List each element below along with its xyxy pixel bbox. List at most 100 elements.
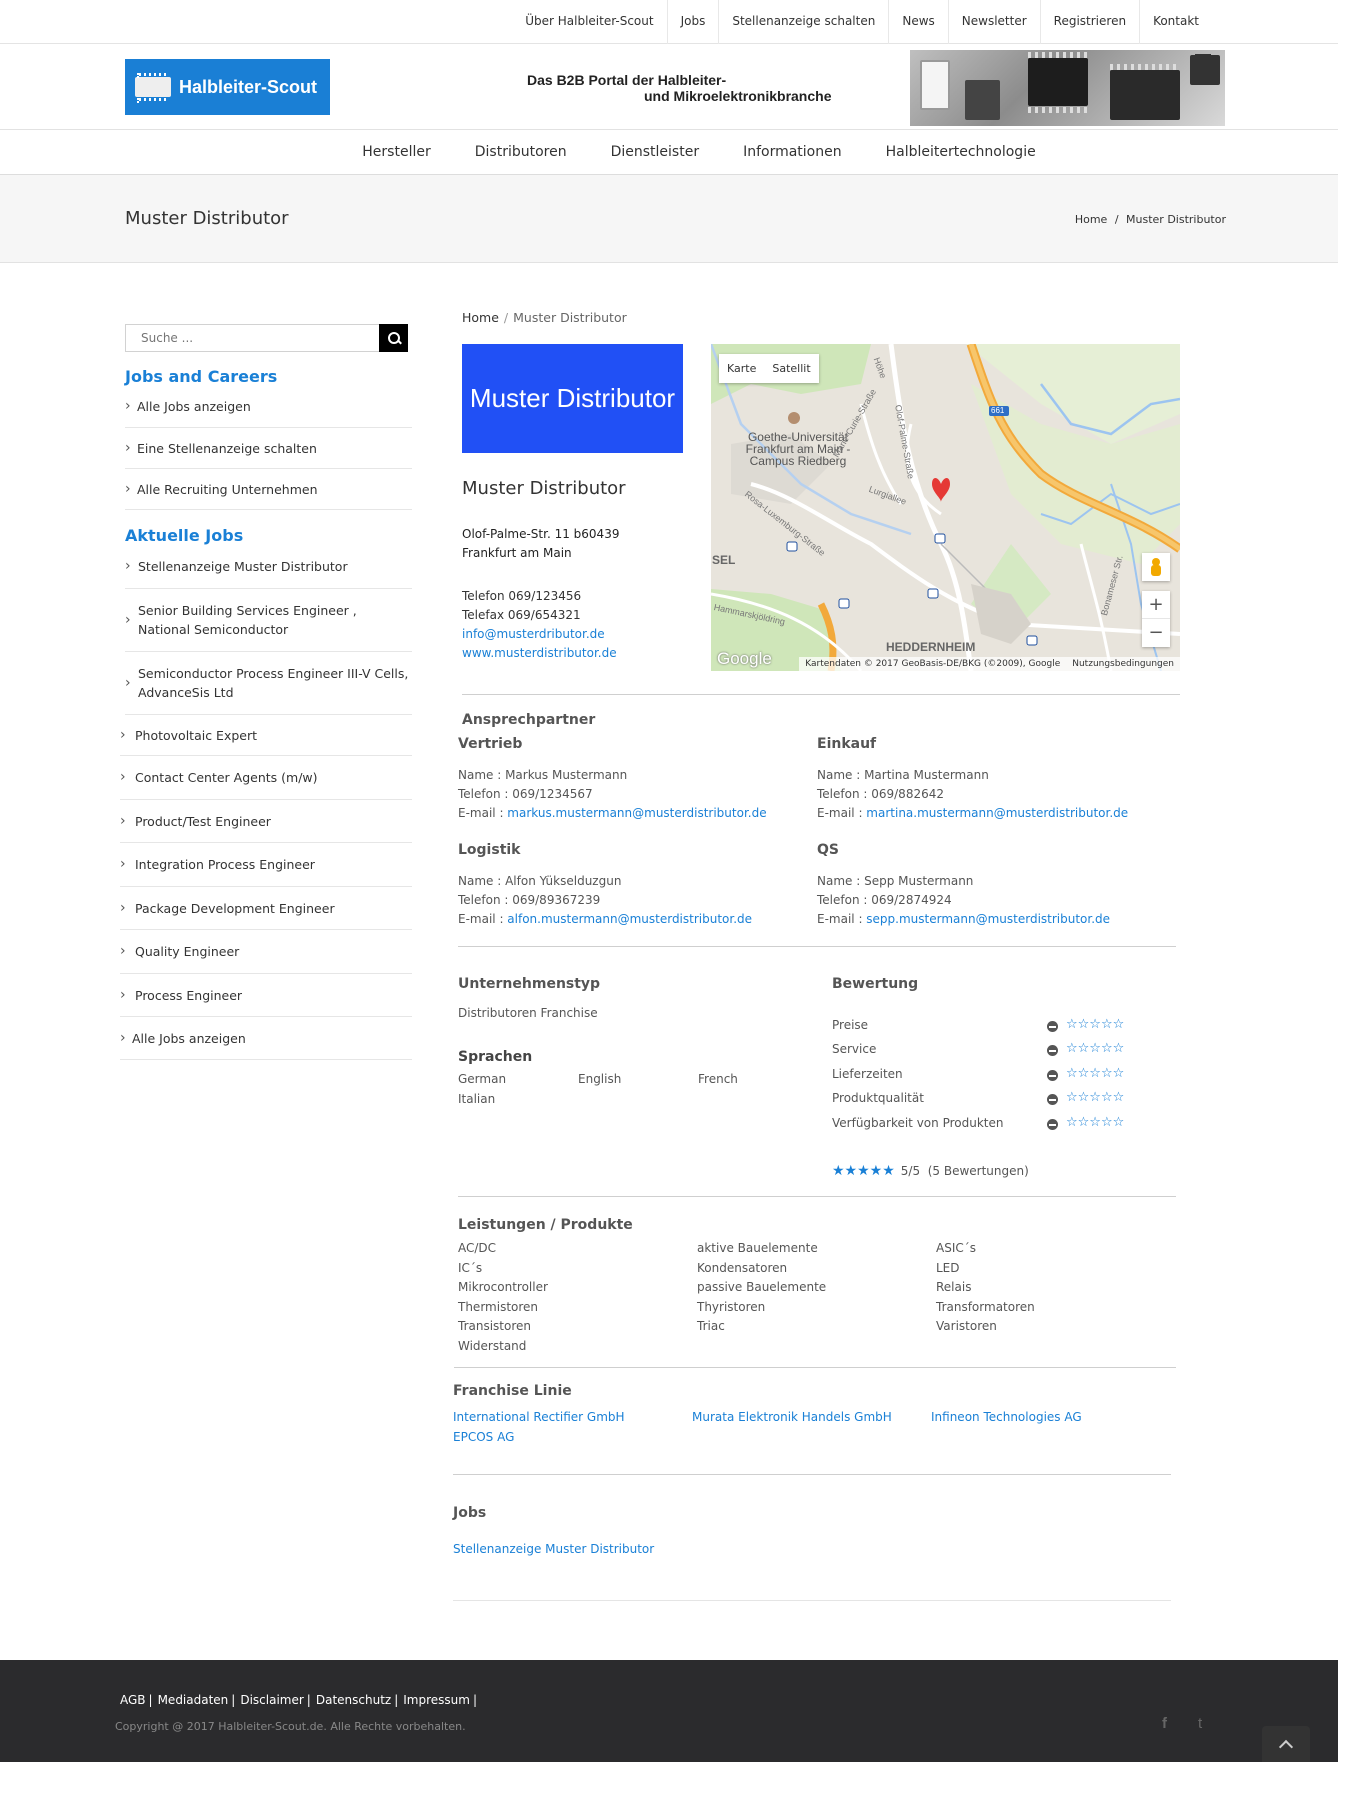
star-rating-input[interactable]: ☆☆☆☆☆ bbox=[1066, 1115, 1124, 1130]
name-label: Name : bbox=[817, 874, 865, 888]
nav-distributoren[interactable]: Distributoren bbox=[453, 130, 589, 174]
minus-circle-icon[interactable] bbox=[1047, 1094, 1058, 1105]
name-label: Name : bbox=[458, 874, 506, 888]
header-banner: Das B2B Portal der Halbleiter- und Mikro… bbox=[520, 48, 1225, 126]
map-type-karte[interactable]: Karte bbox=[719, 354, 764, 383]
contact-email-link[interactable]: markus.mustermann@musterdistributor.de bbox=[507, 806, 766, 820]
job-link[interactable]: Stellenanzeige Muster Distributor bbox=[453, 1542, 654, 1556]
topnav-stellenanzeige[interactable]: Stellenanzeige schalten bbox=[718, 0, 888, 44]
star-rating-input[interactable]: ☆☆☆☆☆ bbox=[1066, 1017, 1124, 1032]
job-item[interactable]: Stellenanzeige Muster Distributor bbox=[125, 545, 412, 589]
email-label: E-mail : bbox=[817, 806, 867, 820]
contact-group-title: Logistik bbox=[458, 842, 521, 858]
topnav-news[interactable]: News bbox=[888, 0, 947, 44]
scroll-to-top-button[interactable] bbox=[1262, 1726, 1310, 1762]
job-item[interactable]: Senior Building Services Engineer , Nati… bbox=[125, 589, 412, 652]
map-terms-link[interactable]: Nutzungsbedingungen bbox=[1072, 659, 1174, 669]
contact-email-link[interactable]: sepp.mustermann@musterdistributor.de bbox=[866, 912, 1110, 926]
footer-link-disclaimer[interactable]: Disclaimer bbox=[240, 1693, 306, 1707]
street-view-pegman-icon[interactable] bbox=[1142, 553, 1170, 581]
job-item[interactable]: Integration Process Engineer bbox=[120, 843, 412, 887]
nav-informationen[interactable]: Informationen bbox=[721, 130, 864, 174]
twitter-icon[interactable]: t bbox=[1198, 1715, 1202, 1732]
banner-line1: Das B2B Portal der Halbleiter- bbox=[527, 72, 727, 88]
rating-row: Produktqualität ☆☆☆☆☆ bbox=[832, 1090, 1162, 1111]
page-title: Muster Distributor bbox=[125, 208, 289, 229]
minus-circle-icon[interactable] bbox=[1047, 1119, 1058, 1130]
footer-link-impressum[interactable]: Impressum bbox=[403, 1693, 473, 1707]
map-attribution: Kartendaten © 2017 GeoBasis-DE/BKG (©200… bbox=[799, 657, 1180, 671]
star-rating-input[interactable]: ☆☆☆☆☆ bbox=[1066, 1090, 1124, 1105]
contact-name: Markus Mustermann bbox=[505, 768, 628, 782]
topnav-jobs[interactable]: Jobs bbox=[666, 0, 719, 44]
nav-dienstleister[interactable]: Dienstleister bbox=[589, 130, 721, 174]
sidebar-link-recruiting[interactable]: Alle Recruiting Unternehmen bbox=[125, 469, 412, 510]
breadcrumb-home-link[interactable]: Home bbox=[462, 310, 499, 325]
sidebar-link-alle-jobs[interactable]: Alle Jobs anzeigen bbox=[125, 386, 412, 428]
google-logo[interactable]: Google bbox=[717, 649, 772, 669]
product-item: Thyristoren bbox=[697, 1299, 766, 1314]
languages-list: German English French Italian bbox=[458, 1070, 818, 1109]
footer-link-mediadaten[interactable]: Mediadaten bbox=[158, 1693, 232, 1707]
product-item: Varistoren bbox=[936, 1319, 997, 1333]
name-label: Name : bbox=[458, 768, 506, 782]
distributor-website-link[interactable]: www.musterdistributor.de bbox=[462, 646, 617, 660]
location-map[interactable]: Karte Satellit Goethe-Universität Frankf… bbox=[711, 344, 1180, 671]
phone-label: Telefon : bbox=[458, 787, 513, 801]
footer-link-agb[interactable]: AGB bbox=[120, 1693, 149, 1707]
footer-link-datenschutz[interactable]: Datenschutz bbox=[316, 1693, 394, 1707]
site-logo[interactable]: Halbleiter-Scout bbox=[125, 59, 330, 115]
zoom-in-button[interactable]: + bbox=[1142, 591, 1170, 619]
highway-label: 661 bbox=[991, 406, 1005, 415]
contact-name: Alfon Yükselduzgun bbox=[505, 874, 622, 888]
search-icon[interactable] bbox=[379, 324, 408, 352]
facebook-icon[interactable]: f bbox=[1162, 1715, 1167, 1732]
nav-hersteller[interactable]: Hersteller bbox=[340, 130, 452, 174]
minus-circle-icon[interactable] bbox=[1047, 1045, 1058, 1056]
topnav-registrieren[interactable]: Registrieren bbox=[1039, 0, 1139, 44]
job-item[interactable]: Quality Engineer bbox=[120, 930, 412, 974]
average-value: 5/5 bbox=[900, 1164, 921, 1178]
product-item: Mikrocontroller bbox=[458, 1280, 548, 1294]
topnav-newsletter[interactable]: Newsletter bbox=[947, 0, 1040, 44]
search-input[interactable] bbox=[126, 325, 407, 351]
job-item[interactable]: Process Engineer bbox=[120, 974, 412, 1017]
job-item[interactable]: Photovoltaic Expert bbox=[120, 715, 412, 756]
products-heading: Leistungen / Produkte bbox=[458, 1217, 633, 1233]
franchise-link[interactable]: EPCOS AG bbox=[453, 1428, 692, 1448]
franchise-link[interactable]: Murata Elektronik Handels GmbH bbox=[692, 1408, 931, 1428]
language-item: Italian bbox=[458, 1091, 496, 1106]
job-item[interactable]: Package Development Engineer bbox=[120, 887, 412, 930]
zoom-out-button[interactable]: − bbox=[1142, 619, 1170, 646]
job-item[interactable]: Contact Center Agents (m/w) bbox=[120, 756, 412, 800]
distributor-email-link[interactable]: info@musterdributor.de bbox=[462, 627, 605, 641]
search-box bbox=[125, 324, 408, 352]
product-item: passive Bauelemente bbox=[697, 1280, 827, 1294]
nav-halbleitertechnologie[interactable]: Halbleitertechnologie bbox=[864, 130, 1058, 174]
topnav-ueber[interactable]: Über Halbleiter-Scout bbox=[512, 0, 666, 44]
franchise-link[interactable]: International Rectifier GmbH bbox=[453, 1408, 692, 1428]
breadcrumb-separator: / bbox=[1114, 213, 1119, 226]
map-zoom-control: + − bbox=[1142, 591, 1170, 647]
contact-email-link[interactable]: martina.mustermann@musterdistributor.de bbox=[866, 806, 1128, 820]
hamburger-menu-icon[interactable] bbox=[1195, 54, 1211, 66]
contact-phone: 069/1234567 bbox=[512, 787, 593, 801]
job-item[interactable]: Semiconductor Process Engineer III-V Cel… bbox=[125, 652, 412, 715]
rating-label: Preise bbox=[832, 1018, 869, 1032]
job-item-all[interactable]: Alle Jobs anzeigen bbox=[120, 1017, 412, 1060]
contact-email-link[interactable]: alfon.mustermann@musterdistributor.de bbox=[507, 912, 752, 926]
breadcrumb-home-link[interactable]: Home bbox=[1075, 213, 1107, 226]
franchise-link[interactable]: Infineon Technologies AG bbox=[931, 1408, 1131, 1428]
star-rating-input[interactable]: ☆☆☆☆☆ bbox=[1066, 1041, 1124, 1056]
contact-logistik: Name : Alfon Yükselduzgun Telefon : 069/… bbox=[458, 872, 752, 929]
languages-heading: Sprachen bbox=[458, 1049, 533, 1065]
minus-circle-icon[interactable] bbox=[1047, 1070, 1058, 1081]
topnav-kontakt[interactable]: Kontakt bbox=[1139, 0, 1212, 44]
star-rating-input[interactable]: ☆☆☆☆☆ bbox=[1066, 1066, 1124, 1081]
map-type-satellit[interactable]: Satellit bbox=[764, 354, 818, 383]
breadcrumb-current: Muster Distributor bbox=[513, 310, 627, 325]
job-item[interactable]: Product/Test Engineer bbox=[120, 800, 412, 843]
sidebar-link-stellenanzeige[interactable]: Eine Stellenanzeige schalten bbox=[125, 428, 412, 469]
product-item: aktive Bauelemente bbox=[697, 1241, 818, 1255]
minus-circle-icon[interactable] bbox=[1047, 1021, 1058, 1032]
